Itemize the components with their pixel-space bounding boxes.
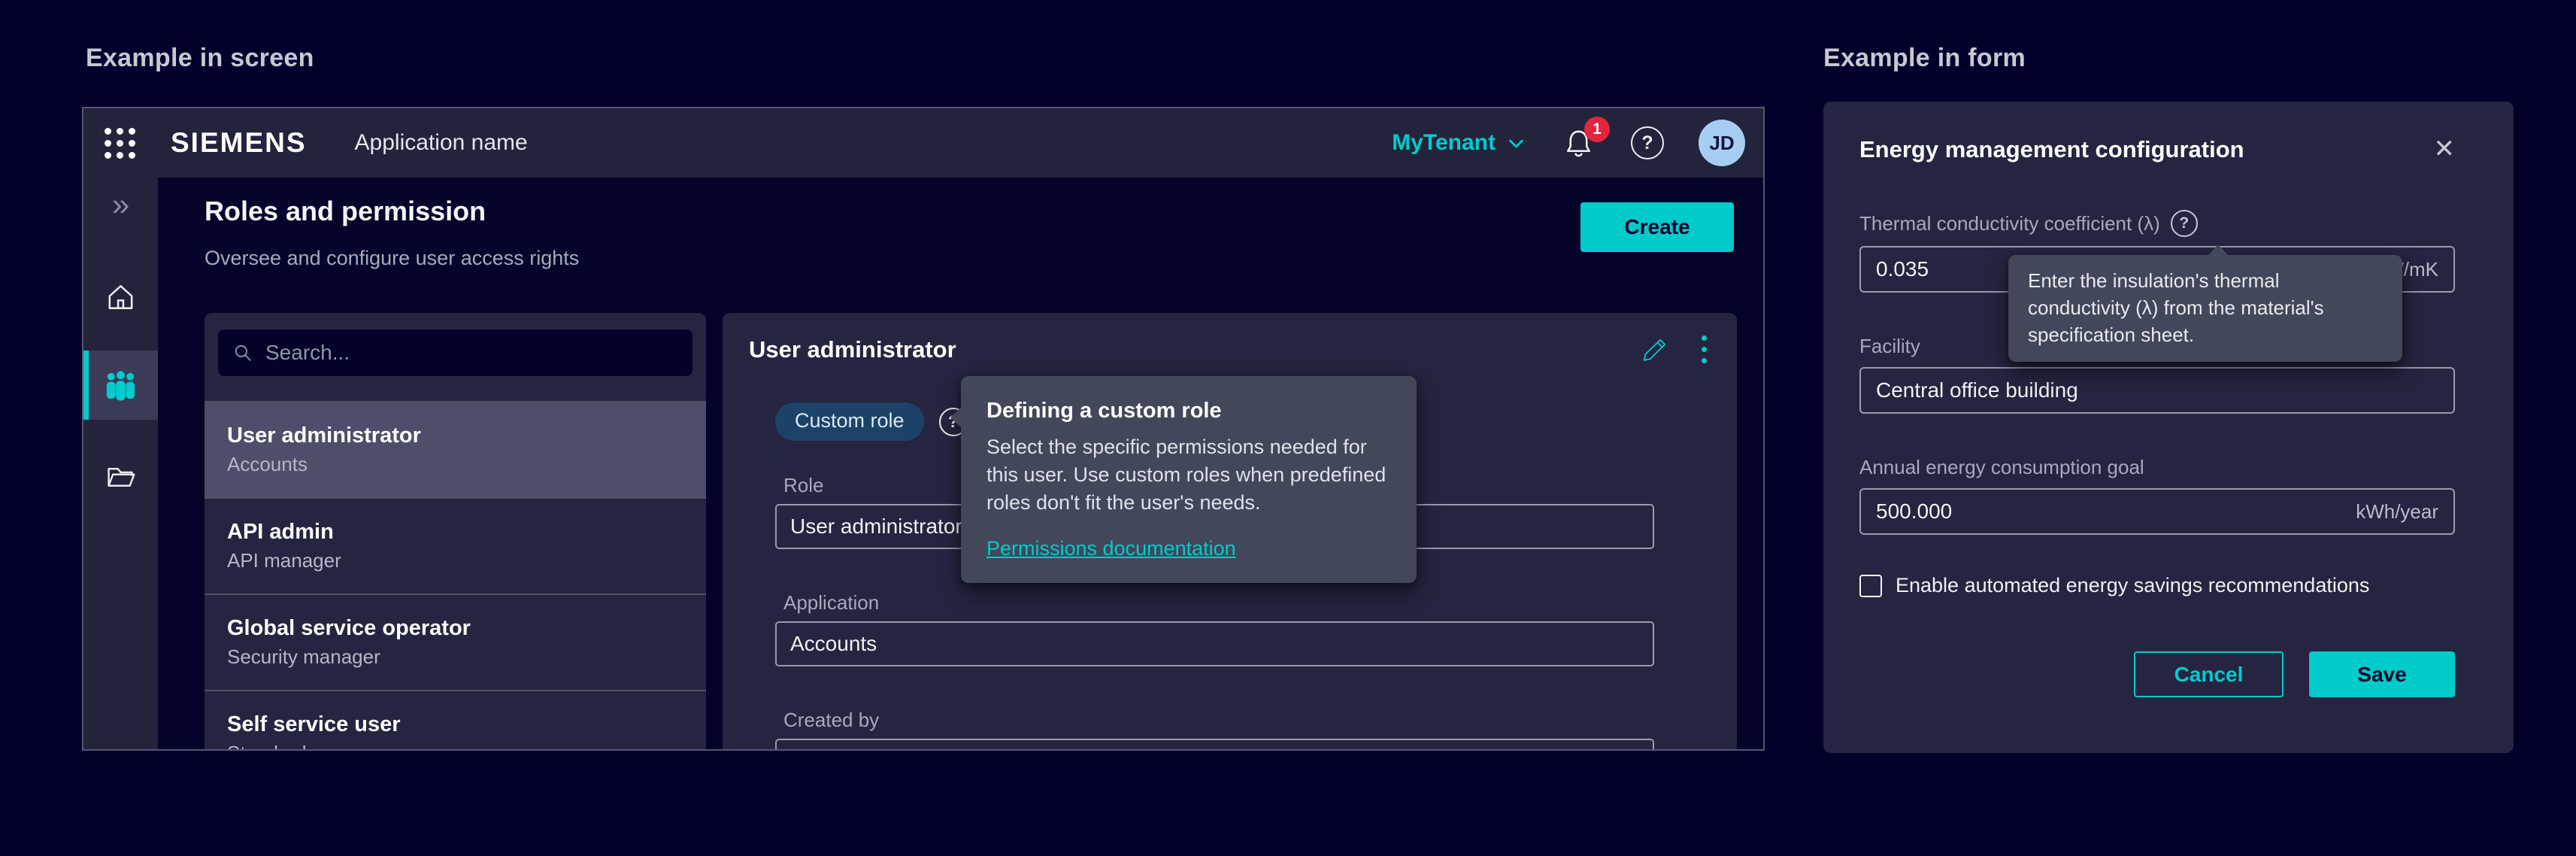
roles-list-panel: User administrator Accounts API admin AP… (205, 313, 706, 751)
form-title: Energy management configuration (1859, 136, 2244, 163)
goal-label: Annual energy consumption goal (1859, 456, 2144, 479)
role-list-item[interactable]: Self service user Standard (205, 690, 706, 751)
custom-role-badge: Custom role (775, 402, 924, 441)
notification-count-badge: 1 (1584, 117, 1610, 142)
search-icon (232, 341, 255, 365)
double-chevron-icon: » (112, 187, 129, 223)
sidebar-item-users-selected[interactable] (83, 351, 158, 420)
detail-title: User administrator (749, 336, 956, 363)
page-title: Roles and permission (205, 196, 486, 227)
left-section-title: Example in screen (86, 44, 314, 73)
edit-pencil-icon[interactable] (1641, 336, 1668, 363)
sidebar-item-home[interactable] (83, 262, 158, 331)
close-icon[interactable]: ✕ (2434, 136, 2456, 162)
tenant-label: MyTenant (1392, 130, 1496, 156)
role-item-title: Self service user (227, 712, 683, 737)
app-window: SIEMENS Application name MyTenant 1 ? JD… (82, 107, 1765, 751)
app-content: Roles and permission Oversee and configu… (158, 178, 1763, 749)
chevron-down-icon (1506, 133, 1526, 153)
role-item-subtitle: Standard (227, 742, 683, 751)
goal-input[interactable] (1876, 499, 2356, 524)
save-button[interactable]: Save (2309, 651, 2455, 697)
recommendations-checkbox-label: Enable automated energy savings recommen… (1896, 574, 2369, 597)
tooltip-title: Defining a custom role (986, 399, 1391, 423)
role-list-item[interactable]: API admin API manager (205, 497, 706, 593)
tenant-selector[interactable]: MyTenant (1392, 130, 1526, 156)
field-label-created-by: Created by (775, 709, 1654, 732)
app-header: SIEMENS Application name MyTenant 1 ? JD (83, 108, 1763, 178)
role-item-subtitle: Security manager (227, 645, 683, 669)
avatar-initials: JD (1709, 132, 1734, 155)
sidebar-expand-button[interactable]: » (83, 181, 158, 229)
kebab-menu-icon[interactable] (1702, 335, 1707, 363)
role-item-title: Global service operator (227, 616, 683, 641)
role-item-subtitle: Accounts (227, 453, 683, 476)
recommendations-checkbox[interactable] (1859, 575, 1882, 597)
thermal-tooltip: Enter the insulation's thermal conductiv… (2008, 255, 2402, 362)
home-icon (103, 279, 138, 314)
users-icon (103, 368, 138, 403)
page-subtitle: Oversee and configure user access rights (205, 247, 579, 270)
cancel-button[interactable]: Cancel (2134, 651, 2284, 697)
role-item-title: User administrator (227, 423, 683, 448)
role-item-title: API admin (227, 520, 683, 545)
role-list-item[interactable]: User administrator Accounts (205, 401, 706, 497)
user-avatar[interactable]: JD (1699, 120, 1745, 166)
created-by-input[interactable] (790, 749, 1639, 751)
question-glyph: ? (2179, 214, 2189, 232)
notifications-button[interactable]: 1 (1561, 126, 1596, 161)
folder-icon (104, 460, 138, 494)
permissions-documentation-link[interactable]: Permissions documentation (986, 537, 1236, 560)
facility-input[interactable] (1876, 378, 2438, 402)
facility-label: Facility (1859, 335, 1920, 358)
goal-unit: kWh/year (2356, 500, 2438, 524)
application-input[interactable] (790, 632, 1639, 656)
sidebar: » (83, 178, 158, 749)
custom-role-tooltip: Defining a custom role Select the specif… (961, 376, 1417, 583)
application-name: Application name (355, 130, 528, 156)
app-launcher-icon[interactable] (103, 126, 136, 159)
help-button[interactable]: ? (1631, 126, 1664, 159)
create-button[interactable]: Create (1580, 202, 1734, 252)
field-label-application: Application (775, 591, 1654, 615)
role-list-item[interactable]: Global service operator Security manager (205, 593, 706, 690)
siemens-logo: SIEMENS (171, 127, 307, 159)
search-box (218, 329, 692, 376)
energy-form-dialog: Energy management configuration ✕ Therma… (1823, 102, 2514, 753)
right-section-title: Example in form (1823, 44, 2026, 73)
tooltip-body: Select the specific permissions needed f… (986, 433, 1391, 517)
search-input[interactable] (265, 341, 679, 365)
question-icon: ? (1641, 132, 1653, 154)
facility-field (1859, 367, 2455, 414)
thermal-help-icon[interactable]: ? (2171, 210, 2198, 237)
thermal-label: Thermal conductivity coefficient (λ) (1859, 212, 2160, 235)
role-item-subtitle: API manager (227, 549, 683, 572)
goal-field: kWh/year (1859, 488, 2455, 535)
sidebar-item-projects[interactable] (83, 442, 158, 511)
